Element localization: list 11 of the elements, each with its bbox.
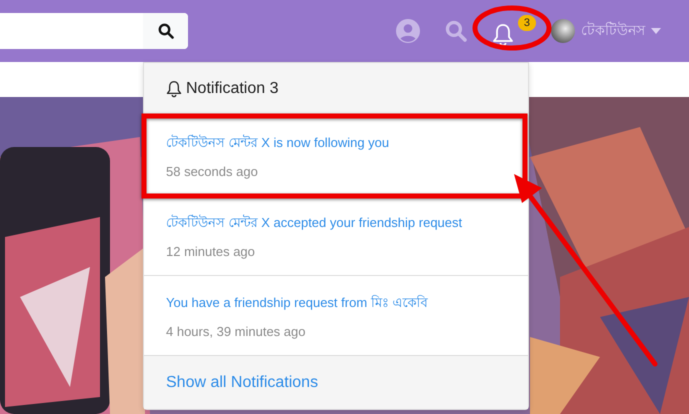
notification-badge: 3 — [518, 15, 536, 31]
notification-link[interactable]: টেকটিউনস মেন্টর X is now following you — [166, 132, 506, 154]
show-all-link[interactable]: Show all Notifications — [166, 374, 318, 392]
notifications-button[interactable]: 3 — [492, 15, 540, 47]
user-menu-button[interactable]: টেকটিউনস — [551, 19, 661, 43]
notification-time: 4 hours, 39 minutes ago — [166, 324, 306, 338]
notification-link[interactable]: You have a friendship request from মিঃ একেবি — [166, 292, 506, 314]
notification-link[interactable]: টেকটিউনস মেন্টর X accepted your friendship request — [166, 212, 506, 234]
dropdown-title: Notification 3 — [186, 80, 278, 98]
notification-time: 58 seconds ago — [166, 164, 259, 178]
notification-time: 12 minutes ago — [166, 244, 256, 258]
